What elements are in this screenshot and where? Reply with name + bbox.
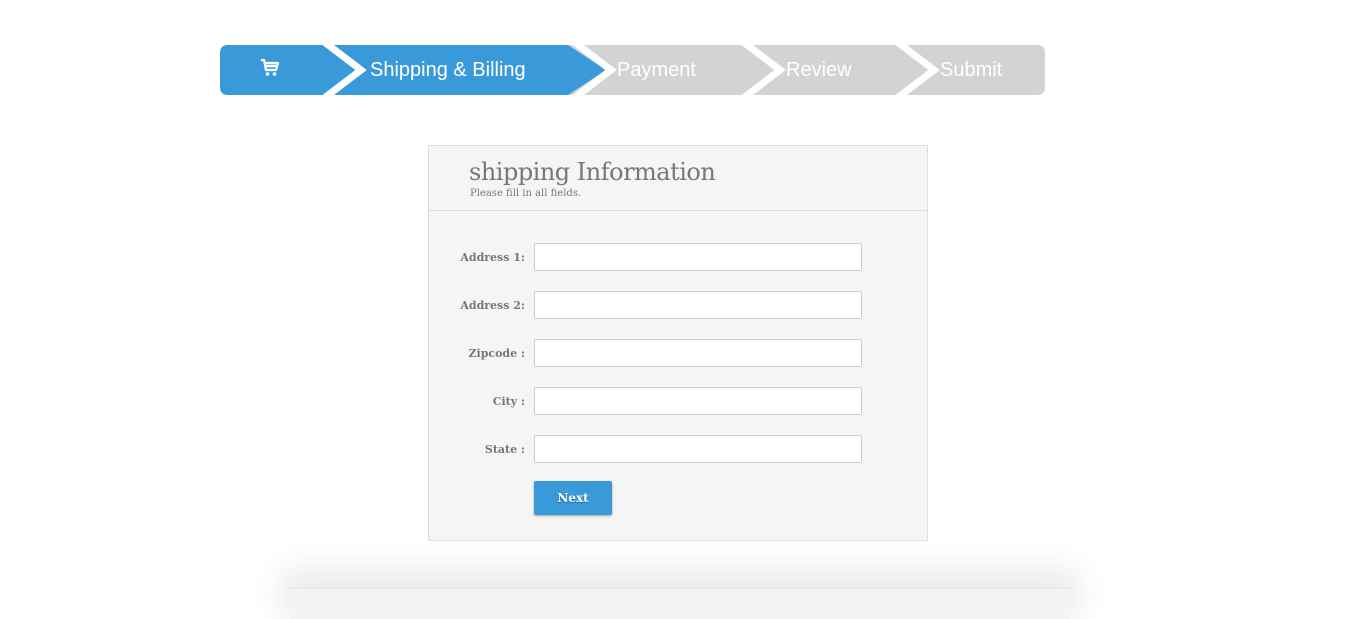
zipcode-label: Zipcode : <box>468 347 525 360</box>
address2-field[interactable] <box>534 291 862 319</box>
state-label: State : <box>484 443 525 456</box>
address1-field[interactable] <box>534 243 862 271</box>
city-label: City : <box>492 395 525 408</box>
step-submit[interactable]: Submit <box>940 45 1002 95</box>
step-shipping-billing[interactable]: Shipping & Billing <box>370 45 526 95</box>
address1-label: Address 1: <box>460 251 525 264</box>
state-field[interactable] <box>534 435 862 463</box>
shipping-form: shipping Information Please fill in all … <box>428 145 928 541</box>
step-payment[interactable]: Payment <box>617 45 696 95</box>
step-review[interactable]: Review <box>786 45 852 95</box>
shopping-cart-icon <box>261 58 280 76</box>
form-title: shipping Information <box>469 158 716 186</box>
zipcode-field[interactable] <box>534 339 862 367</box>
form-subtitle: Please fill in all fields. <box>470 188 582 199</box>
form-header: shipping Information Please fill in all … <box>429 146 927 211</box>
step-cart[interactable] <box>220 45 320 95</box>
next-button[interactable]: Next <box>534 481 612 515</box>
address2-label: Address 2: <box>460 299 525 312</box>
checkout-steps: Shipping & Billing Payment Review Submit <box>220 45 1045 95</box>
footer-shadow-bar <box>290 588 1070 619</box>
city-field[interactable] <box>534 387 862 415</box>
